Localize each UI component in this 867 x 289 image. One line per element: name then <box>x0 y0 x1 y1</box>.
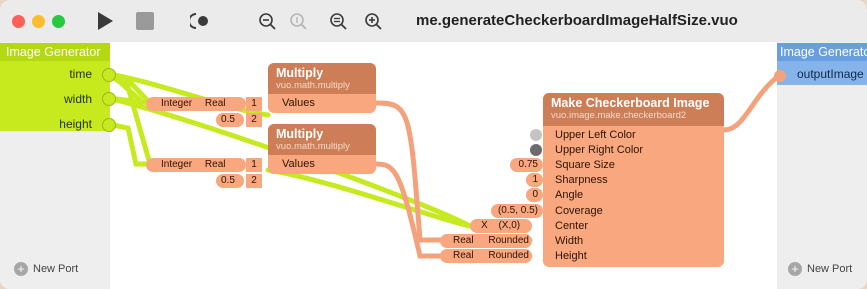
plus-icon: + <box>14 262 28 276</box>
port-angle[interactable]: Angle <box>555 188 583 203</box>
cable-checker-to-output <box>721 72 783 133</box>
upper-right-color-swatch[interactable] <box>530 144 542 156</box>
published-inputs-title: Image Generator <box>0 43 110 61</box>
plus-icon: + <box>788 262 802 276</box>
cable-time-to-point <box>265 167 473 229</box>
published-port-time[interactable]: time <box>69 67 92 81</box>
constant-0-5[interactable]: 0.5 <box>216 174 244 188</box>
published-port-outputImage[interactable]: outputImage <box>797 67 864 81</box>
port-dot-height[interactable] <box>102 118 116 132</box>
node-class: vuo.math.multiply <box>276 141 350 152</box>
port-upper-left-color[interactable]: Upper Left Color <box>555 128 636 143</box>
port-values[interactable]: Values <box>282 157 315 172</box>
list-item-2[interactable]: 2 <box>246 113 262 127</box>
converter-make-point[interactable]: X (X,0) <box>470 219 532 233</box>
port-width[interactable]: Width <box>555 234 583 249</box>
port-dot-outputImage[interactable] <box>774 70 786 82</box>
cables-layer <box>105 71 783 259</box>
port-upper-right-color[interactable]: Upper Right Color <box>555 143 643 158</box>
port-center[interactable]: Center <box>555 219 588 234</box>
node-title: Multiply <box>276 66 324 80</box>
constant-square-size[interactable]: 0.75 <box>510 158 543 172</box>
new-input-port-button[interactable]: + New Port <box>14 262 78 276</box>
new-port-label: New Port <box>807 263 853 275</box>
published-port-height[interactable]: height <box>59 117 92 131</box>
new-output-port-button[interactable]: + New Port <box>788 262 852 276</box>
node-multiply-2[interactable]: Multiply vuo.math.multiply Values <box>268 124 376 174</box>
node-multiply-1[interactable]: Multiply vuo.math.multiply Values <box>268 63 376 113</box>
converter-integer-real-1[interactable]: Integer Real <box>146 97 246 111</box>
list-item-2[interactable]: 2 <box>246 174 262 188</box>
port-height[interactable]: Height <box>555 249 587 264</box>
published-output-ports[interactable]: Image Generator outputImage <box>777 43 867 85</box>
constant-sharpness[interactable]: 1 <box>526 173 543 187</box>
published-outputs-title: Image Generator <box>777 43 867 61</box>
port-dot-width[interactable] <box>102 92 116 106</box>
node-class: vuo.image.make.checkerboard2 <box>551 110 687 121</box>
list-item-1[interactable]: 1 <box>246 158 262 172</box>
node-title: Multiply <box>276 127 324 141</box>
converter-real-rounded-2[interactable]: Real Rounded <box>440 249 532 263</box>
constant-0-5[interactable]: 0.5 <box>216 113 244 127</box>
port-dot-time[interactable] <box>102 68 116 82</box>
list-item-1[interactable]: 1 <box>246 97 262 111</box>
converter-integer-real-2[interactable]: Integer Real <box>146 158 246 172</box>
constant-angle[interactable]: 0 <box>526 188 543 202</box>
upper-left-color-swatch[interactable] <box>530 129 542 141</box>
published-port-width[interactable]: width <box>64 92 92 106</box>
port-square-size[interactable]: Square Size <box>555 158 615 173</box>
node-class: vuo.math.multiply <box>276 80 350 91</box>
node-title: Make Checkerboard Image <box>551 96 710 110</box>
port-values[interactable]: Values <box>282 96 315 111</box>
published-input-ports[interactable]: Image Generator time width height <box>0 43 110 131</box>
converter-real-rounded-1[interactable]: Real Rounded <box>440 234 532 248</box>
port-coverage[interactable]: Coverage <box>555 204 603 219</box>
cable-multiply1-to-width <box>373 100 443 243</box>
port-sharpness[interactable]: Sharpness <box>555 173 608 188</box>
editor-window: me.generateCheckerboardImageHalfSize.vuo… <box>0 0 867 289</box>
constant-coverage[interactable]: (0.5, 0.5) <box>491 204 543 218</box>
node-make-checkerboard-image[interactable]: Make Checkerboard Image vuo.image.make.c… <box>543 93 724 267</box>
new-port-label: New Port <box>33 263 79 275</box>
